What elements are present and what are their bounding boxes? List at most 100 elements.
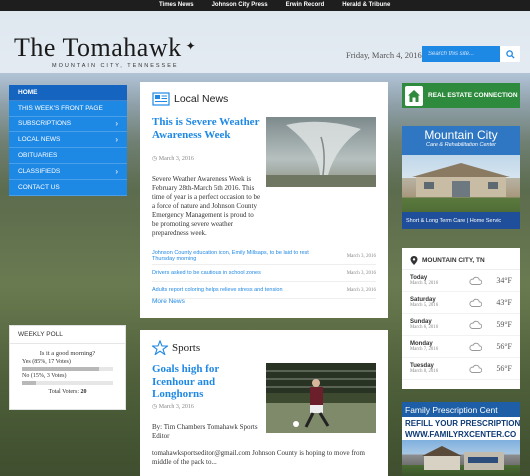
weather-day-row: Today March 4, 2016 34°F	[402, 270, 520, 292]
nav-item-label: THIS WEEK'S FRONT PAGE	[18, 104, 103, 112]
real-estate-ad-text: REAL ESTATE CONNECTION	[428, 92, 518, 99]
poll-answer-no: No (15%, 3 Votes)	[22, 373, 67, 379]
section-header: Sports	[140, 330, 388, 361]
weather-day: Saturday March 5, 2016	[410, 297, 466, 308]
article-excerpt: tomahawksportseditor@gmail.com Johnson C…	[152, 449, 365, 466]
weather-header: MOUNTAIN CITY, TN	[402, 248, 520, 270]
chevron-right-icon: ›	[115, 119, 118, 129]
related-articles: Johnson County education icon, Emily Mil…	[152, 248, 376, 299]
nav-item-label: LOCAL NEWS	[18, 136, 61, 144]
top-link-herald-tribune[interactable]: Herald & Tribune	[333, 0, 399, 11]
related-date: March 3, 2016	[346, 287, 376, 293]
ad-title: Family Prescription Cent	[402, 402, 520, 417]
weather-temp: 34°F	[496, 276, 512, 285]
weather-day: Monday March 7, 2016	[410, 341, 466, 352]
sports-card: Sports Goals high for Icenhour and Longh…	[140, 330, 388, 476]
ad-store-image	[402, 440, 520, 476]
mountain-city-care-ad[interactable]: Mountain City Care & Rehabilitation Cent…	[402, 126, 520, 229]
nav-item-home[interactable]: HOME	[9, 85, 127, 101]
weather-day-row: Monday March 7, 2016 56°F	[402, 336, 520, 358]
top-bar: Times News Johnson City Press Erwin Reco…	[0, 0, 530, 11]
house-icon	[405, 85, 423, 106]
nav-item-contact[interactable]: CONTACT US	[9, 180, 127, 196]
ad-url: WWW.FAMILYRXCENTER.CO	[402, 429, 520, 440]
poll-total-value: 20	[80, 389, 87, 395]
cloud-icon	[466, 276, 484, 285]
related-title[interactable]: Drivers asked to be cautious in school z…	[152, 270, 261, 276]
weekly-poll: WEEKLY POLL Is it a good morning? Yes (8…	[9, 325, 126, 410]
more-news-link[interactable]: More News	[152, 298, 185, 305]
site-logo[interactable]: The Tomahawk ✦	[14, 33, 200, 63]
local-news-card: Local News This is Severe Weather Awaren…	[140, 82, 388, 318]
weather-day: Sunday March 6, 2016	[410, 319, 466, 330]
nav-item-label: HOME	[18, 88, 38, 96]
weather-day-date: March 4, 2016	[410, 281, 439, 286]
weather-day-date: March 7, 2016	[410, 347, 439, 352]
ad-subtitle: Care & Rehabilitation Center	[425, 142, 496, 148]
weather-temp: 59°F	[496, 320, 512, 329]
weather-temp: 43°F	[496, 298, 512, 307]
nav-item-local-news[interactable]: LOCAL NEWS ›	[9, 132, 127, 149]
list-item[interactable]: Johnson County education icon, Emily Mil…	[152, 248, 376, 265]
cloud-icon	[466, 298, 484, 307]
nav-item-subscriptions[interactable]: SUBSCRIPTIONS ›	[9, 117, 127, 133]
weather-day: Tuesday March 8, 2016	[410, 363, 466, 374]
family-prescription-ad[interactable]: Family Prescription Cent REFILL YOUR PRE…	[402, 402, 520, 476]
top-link-erwin-record[interactable]: Erwin Record	[277, 0, 334, 11]
section-header: Local News	[140, 82, 388, 112]
weather-forecast-list: Today March 4, 2016 34°F Saturday March 5, 2…	[402, 270, 520, 380]
article-title[interactable]: This is Severe Weather Awareness Week	[152, 116, 262, 141]
store-graphic	[422, 446, 504, 470]
site-tagline: MOUNTAIN CITY, TENNESSEE	[52, 63, 179, 69]
cloud-icon	[466, 320, 484, 329]
related-title[interactable]: Adults report coloring helps relieve str…	[152, 287, 283, 293]
search-input[interactable]	[422, 46, 500, 62]
poll-total: Total Voters: 20	[10, 389, 125, 395]
logo-text: The Tomahawk	[14, 33, 182, 62]
poll-question: Is it a good morning?	[39, 350, 96, 357]
poll-total-label: Total Voters:	[48, 389, 80, 395]
article-excerpt-text: Severe Weather Awareness Week is Februar…	[152, 175, 261, 237]
top-link-johnson-city-press[interactable]: Johnson City Press	[203, 0, 277, 11]
weather-day-date: March 8, 2016	[410, 369, 439, 374]
weather-temp: 56°F	[496, 342, 512, 351]
nav-item-label: CLASSIFIEDS	[18, 167, 61, 175]
article-image[interactable]	[266, 363, 376, 433]
section-title: Sports	[172, 341, 201, 354]
weather-day: Today March 4, 2016	[410, 275, 466, 286]
top-link-times-news[interactable]: Times News	[150, 0, 203, 11]
nav-item-label: SUBSCRIPTIONS	[18, 120, 72, 128]
poll-bar-yes	[22, 367, 113, 371]
poll-bar-fill	[22, 367, 100, 371]
ad-line: REFILL YOUR PRESCRIPTION	[402, 417, 520, 429]
related-date: March 3, 2016	[346, 253, 376, 259]
ad-footer: Short & Long Term Care | Home Servic	[402, 212, 520, 229]
weather-location: MOUNTAIN CITY, TN	[422, 257, 485, 264]
weather-temp: 56°F	[496, 364, 512, 373]
article-byline: By: Tim Chambers Tomahawk Sports Editor	[152, 423, 258, 440]
article-excerpt: Severe Weather Awareness Week is Februar…	[152, 175, 376, 238]
nav-item-label: CONTACT US	[18, 183, 60, 191]
article-title[interactable]: Goals high for Icenhour and Longhorns	[152, 363, 260, 401]
newspaper-icon	[152, 92, 170, 106]
real-estate-ad[interactable]: REAL ESTATE CONNECTION	[402, 83, 520, 108]
related-title[interactable]: Johnson County education icon, Emily Mil…	[152, 250, 322, 262]
weather-day-row: Saturday March 5, 2016 43°F	[402, 292, 520, 314]
nav-item-classifieds[interactable]: CLASSIFIEDS ›	[9, 164, 127, 180]
chevron-right-icon: ›	[115, 166, 118, 176]
list-item[interactable]: Adults report coloring helps relieve str…	[152, 282, 376, 299]
header-date: Friday, March 4, 2016	[346, 50, 422, 60]
list-item[interactable]: Drivers asked to be cautious in school z…	[152, 265, 376, 282]
article-date: ◷ March 3, 2016	[152, 155, 194, 162]
nav-item-obituaries[interactable]: OBITUARIES	[9, 148, 127, 164]
weather-day-date: March 6, 2016	[410, 325, 439, 330]
clock-icon: ◷	[152, 404, 158, 410]
ad-title: Mountain City	[424, 128, 498, 142]
nav-item-front-page[interactable]: THIS WEEK'S FRONT PAGE	[9, 101, 127, 117]
top-links: Times News Johnson City Press Erwin Reco…	[150, 0, 399, 11]
search-button[interactable]	[500, 46, 520, 62]
weather-widget: MOUNTAIN CITY, TN Today March 4, 2016 34°F…	[402, 248, 520, 389]
ad-building-image	[402, 155, 520, 212]
cloud-icon	[466, 364, 484, 373]
search-icon	[505, 49, 515, 59]
